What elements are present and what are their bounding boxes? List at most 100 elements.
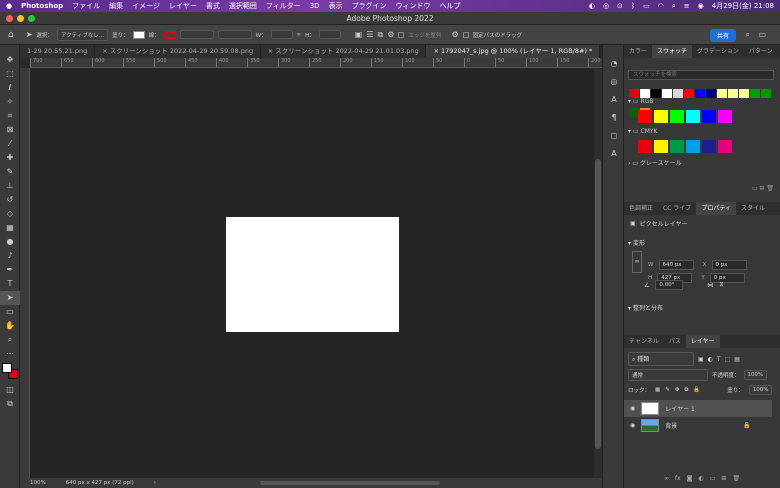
- lock-transparency-icon[interactable]: ▦: [655, 387, 660, 393]
- bluetooth-icon[interactable]: ᛒ: [631, 2, 635, 10]
- document-info[interactable]: 640 px x 427 px (72 ppi): [66, 480, 134, 486]
- filter-type-icon[interactable]: T: [717, 356, 721, 363]
- stroke-type-dropdown[interactable]: [217, 30, 252, 39]
- blur-tool-icon[interactable]: ●: [0, 235, 20, 249]
- swatch[interactable]: [654, 110, 668, 123]
- swatch[interactable]: [684, 89, 694, 98]
- home-icon[interactable]: ⌂: [8, 30, 14, 40]
- document-tab[interactable]: × スクリーンショット 2022-04-29 20.59.08.png: [95, 45, 261, 58]
- stamp-tool-icon[interactable]: ⊥: [0, 179, 20, 193]
- status-icon[interactable]: ⊙: [617, 2, 623, 10]
- actions-icon[interactable]: ◎: [603, 73, 625, 91]
- move-tool-icon[interactable]: ✥: [0, 53, 20, 67]
- filter-smart-icon[interactable]: ▤: [734, 356, 740, 363]
- swatch[interactable]: [638, 110, 652, 123]
- swatch-group[interactable]: › ▭ グレースケール: [624, 155, 780, 170]
- swatch[interactable]: [686, 110, 700, 123]
- fill-swatch[interactable]: [132, 30, 145, 39]
- close-icon[interactable]: ×: [102, 47, 110, 55]
- adjustment-layer-icon[interactable]: ◐: [699, 475, 704, 482]
- gradient-tool-icon[interactable]: ▦: [0, 221, 20, 235]
- mask-icon[interactable]: ◙: [687, 475, 693, 482]
- workspace-icon[interactable]: ▭: [758, 30, 766, 39]
- path-selection-tool-icon[interactable]: ➤: [0, 291, 20, 305]
- stroke-width-field[interactable]: [179, 30, 214, 39]
- fixed-path-checkbox[interactable]: [462, 31, 469, 38]
- apple-icon[interactable]: ●: [6, 2, 12, 10]
- creative-cloud-icon[interactable]: ◎: [603, 2, 609, 10]
- stroke-swatch[interactable]: [163, 30, 176, 39]
- tab-styles[interactable]: スタイル: [736, 202, 770, 215]
- menu-item[interactable]: 表示: [329, 1, 343, 11]
- scroll-thumb[interactable]: [595, 159, 601, 449]
- fx-icon[interactable]: fx: [675, 475, 681, 482]
- swatch[interactable]: [728, 89, 738, 98]
- chevron-down-icon[interactable]: ▾: [628, 305, 631, 312]
- horizontal-ruler[interactable]: 700 650 600 550 500 450 400 350 300 250 200 150 100 5…: [30, 58, 602, 68]
- layer-filter-dropdown[interactable]: ⌕ 種類: [628, 352, 694, 366]
- swatch[interactable]: [718, 110, 732, 123]
- vertical-scrollbar[interactable]: [594, 69, 602, 478]
- paragraph-icon[interactable]: ¶: [603, 109, 625, 127]
- more-tools-icon[interactable]: ⋯: [0, 347, 20, 361]
- align-edges-checkbox[interactable]: [398, 31, 405, 38]
- flip-vertical-icon[interactable]: ⧖: [719, 281, 723, 289]
- menu-clock[interactable]: 4月29日(金) 21:08: [712, 1, 774, 11]
- filter-pixel-icon[interactable]: ▣: [698, 356, 704, 363]
- filter-shape-icon[interactable]: ⬚: [725, 356, 731, 363]
- eye-icon[interactable]: ◉: [630, 422, 635, 429]
- search-icon[interactable]: ⌕: [672, 2, 676, 11]
- horizontal-scrollbar[interactable]: [260, 481, 440, 485]
- group-icon[interactable]: ▭: [710, 475, 716, 482]
- swatch[interactable]: [673, 89, 683, 98]
- swatch[interactable]: [706, 89, 716, 98]
- brush-tool-icon[interactable]: ✎: [0, 165, 20, 179]
- menu-item[interactable]: 3D: [310, 2, 320, 10]
- healing-brush-icon[interactable]: ✚: [0, 151, 20, 165]
- swatch[interactable]: [662, 89, 672, 98]
- gear-icon[interactable]: ⚙: [387, 30, 394, 39]
- menu-item[interactable]: フィルター: [266, 1, 301, 11]
- new-swatch-icon[interactable]: ⊞: [759, 185, 764, 192]
- minimize-button[interactable]: [17, 15, 24, 22]
- swatch[interactable]: [702, 110, 716, 123]
- siri-icon[interactable]: ◉: [698, 2, 704, 10]
- lock-pixels-icon[interactable]: ✎: [665, 387, 670, 393]
- character-style-icon[interactable]: A: [603, 145, 625, 163]
- menu-item[interactable]: プラグイン: [352, 1, 387, 11]
- eye-icon[interactable]: ◉: [630, 405, 635, 412]
- zoom-tool-icon[interactable]: ⌕: [0, 333, 20, 347]
- hand-tool-icon[interactable]: ✋: [0, 319, 20, 333]
- link-icon[interactable]: ∞: [297, 32, 302, 38]
- swatch[interactable]: [761, 89, 771, 98]
- layer-row[interactable]: ◉ 背景 🔒: [624, 417, 772, 434]
- swatch[interactable]: [739, 89, 749, 98]
- lock-all-icon[interactable]: 🔒: [693, 387, 700, 393]
- eraser-tool-icon[interactable]: ◇: [0, 207, 20, 221]
- menu-item[interactable]: イメージ: [132, 1, 160, 11]
- document-tab-active[interactable]: × 1792047_s.jpg @ 100% (レイヤー 1, RGB/8#) …: [426, 45, 600, 58]
- swatch[interactable]: [695, 89, 705, 98]
- document-tab[interactable]: 1-29 20.55.21.png: [20, 45, 96, 58]
- swatch[interactable]: [670, 140, 684, 153]
- settings-gear-icon[interactable]: ⚙: [451, 30, 458, 39]
- fill-field[interactable]: 100%: [748, 385, 773, 395]
- swatch[interactable]: [654, 140, 668, 153]
- tab-layers[interactable]: レイヤー: [685, 335, 720, 348]
- menu-app-name[interactable]: Photoshop: [21, 2, 63, 10]
- trash-icon[interactable]: 🗑: [766, 185, 774, 192]
- layer-name[interactable]: レイヤー 1: [665, 404, 695, 413]
- swatch[interactable]: [640, 89, 650, 98]
- lock-position-icon[interactable]: ✥: [675, 387, 680, 393]
- status-menu-icon[interactable]: ◐: [589, 2, 595, 10]
- path-align-icon[interactable]: ☰: [366, 30, 373, 39]
- close-button[interactable]: [6, 15, 13, 22]
- document-tab[interactable]: × スクリーンショット 2022-04-29 21.01.03.png: [261, 45, 427, 58]
- pen-tool-icon[interactable]: ✒: [0, 263, 20, 277]
- menu-item[interactable]: 編集: [109, 1, 123, 11]
- swatch[interactable]: [702, 140, 716, 153]
- swatch[interactable]: [629, 89, 639, 98]
- swatch[interactable]: [750, 89, 760, 98]
- menu-item[interactable]: ウィンドウ: [396, 1, 431, 11]
- tab-channels[interactable]: チャンネル: [624, 335, 664, 348]
